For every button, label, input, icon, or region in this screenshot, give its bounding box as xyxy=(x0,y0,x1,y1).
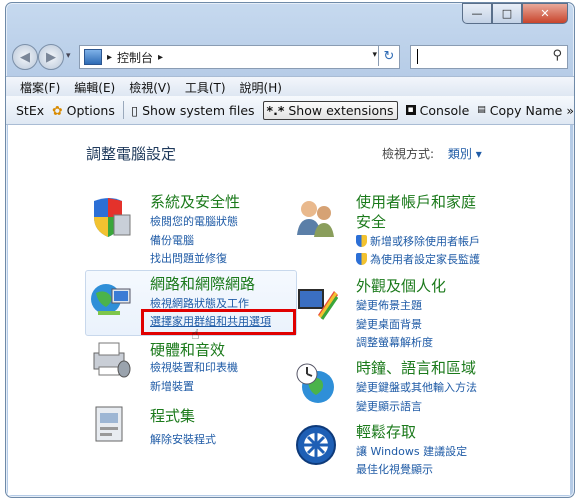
show-system-files-label: Show system files xyxy=(142,102,255,118)
copy-name-label: Copy Name xyxy=(489,102,563,118)
link-windows-suggest-settings[interactable]: 讓 Windows 建議設定 xyxy=(356,443,467,459)
forward-button[interactable]: ▶ xyxy=(38,44,64,70)
menu-view[interactable]: 檢視(V) xyxy=(129,79,171,96)
control-panel-icon xyxy=(84,49,102,65)
window-controls: — □ ✕ xyxy=(462,3,568,24)
copy-file-icon: ▤ xyxy=(477,105,486,115)
link-devices-printers[interactable]: 檢視裝置和印表機 xyxy=(150,359,238,375)
link-change-input-methods[interactable]: 變更鍵盤或其他輸入方法 xyxy=(356,379,477,395)
explorer-window: — □ ✕ ◀ ▶ ▾ ▸ 控制台 ▸ ▾ ↻ ⚲ 檔案(F) 編輯(E) 檢視… xyxy=(5,2,575,498)
menu-tools[interactable]: 工具(T) xyxy=(185,79,226,96)
console-button[interactable]: ▪ Console xyxy=(405,102,470,118)
address-row: ◀ ▶ ▾ ▸ 控制台 ▸ ▾ ↻ ⚲ xyxy=(6,41,574,71)
menu-edit[interactable]: 編輯(E) xyxy=(74,79,115,96)
address-dropdown-icon[interactable]: ▾ xyxy=(372,50,377,60)
view-by: 檢視方式: 類別 ▾ xyxy=(382,145,482,162)
link-change-theme[interactable]: 變更佈景主題 xyxy=(356,297,422,313)
menu-file[interactable]: 檔案(F) xyxy=(20,79,60,96)
link-add-remove-accounts-label: 新增或移除使用者帳戶 xyxy=(370,235,480,248)
page-icon: ▯ xyxy=(131,102,139,118)
copy-name-button[interactable]: ▤ Copy Name xyxy=(477,103,562,118)
network-globe-icon[interactable] xyxy=(88,277,132,321)
view-by-label: 檢視方式: xyxy=(382,147,435,161)
options-label: Options xyxy=(66,102,115,118)
category-user-accounts[interactable]: 使用者帳戶和家庭 xyxy=(356,191,476,212)
maximize-button[interactable]: □ xyxy=(492,3,522,24)
ease-of-access-icon[interactable] xyxy=(294,423,338,467)
printer-icon[interactable] xyxy=(88,337,132,381)
shield-icon[interactable] xyxy=(88,195,132,239)
wildcard-icon: *.* xyxy=(266,102,285,118)
text-cursor xyxy=(417,49,418,64)
menu-help[interactable]: 說明(H) xyxy=(240,79,282,96)
refresh-icon[interactable]: ↻ xyxy=(378,46,399,66)
link-add-remove-accounts[interactable]: 新增或移除使用者帳戶 xyxy=(356,233,480,249)
link-optimize-visual-display[interactable]: 最佳化視覺顯示 xyxy=(356,461,433,477)
toolbar-overflow-button[interactable]: » xyxy=(566,103,574,118)
minimize-button[interactable]: — xyxy=(462,3,492,24)
menu-bar: 檔案(F) 編輯(E) 檢視(V) 工具(T) 說明(H) xyxy=(6,76,574,97)
link-uninstall-program[interactable]: 解除安裝程式 xyxy=(150,431,216,447)
search-input[interactable]: ⚲ xyxy=(410,45,568,69)
show-system-files-button[interactable]: ▯ Show system files xyxy=(131,103,254,118)
breadcrumb-chevron-icon[interactable]: ▸ xyxy=(158,52,163,63)
category-clock-language-region[interactable]: 時鐘、語言和區域 xyxy=(356,357,476,378)
category-hardware-sound[interactable]: 硬體和音效 xyxy=(150,339,225,360)
link-parental-controls-label: 為使用者設定家長監護 xyxy=(370,253,480,266)
programs-icon[interactable] xyxy=(88,403,132,447)
link-backup[interactable]: 備份電腦 xyxy=(150,232,194,248)
back-button[interactable]: ◀ xyxy=(12,44,38,70)
clock-globe-icon[interactable] xyxy=(294,361,338,405)
show-extensions-label: Show extensions xyxy=(288,102,394,118)
category-ease-of-access[interactable]: 輕鬆存取 xyxy=(356,421,416,442)
back-arrow-icon: ◀ xyxy=(20,49,30,65)
users-icon[interactable] xyxy=(294,195,338,239)
uac-shield-icon xyxy=(356,235,367,247)
breadcrumb-separator-icon[interactable]: ▸ xyxy=(107,52,112,63)
breadcrumb-control-panel[interactable]: 控制台 xyxy=(117,49,153,66)
link-change-display-language[interactable]: 變更顯示語言 xyxy=(356,398,422,414)
show-extensions-button[interactable]: *.* Show extensions xyxy=(262,100,398,120)
close-button[interactable]: ✕ xyxy=(522,3,568,24)
link-review-status[interactable]: 檢閱您的電腦狀態 xyxy=(150,213,238,229)
console-icon: ▪ xyxy=(405,105,416,115)
options-button[interactable]: ✿ Options xyxy=(52,103,115,118)
link-screen-resolution[interactable]: 調整螢幕解析度 xyxy=(356,334,433,350)
page-title: 調整電腦設定 xyxy=(86,145,177,163)
address-bar[interactable]: ▸ 控制台 ▸ ▾ ↻ xyxy=(79,45,400,69)
stex-label: StEx xyxy=(16,102,45,118)
uac-shield-icon xyxy=(356,253,367,265)
annotation-highlight-box xyxy=(141,309,296,335)
appearance-icon[interactable] xyxy=(294,281,339,325)
view-by-dropdown[interactable]: 類別 ▾ xyxy=(448,147,482,161)
toolbar: StEx ✿ Options ▯ Show system files *.* S… xyxy=(6,96,574,125)
link-troubleshoot[interactable]: 找出問題並修復 xyxy=(150,250,227,266)
console-label: Console xyxy=(419,102,470,118)
search-icon[interactable]: ⚲ xyxy=(552,48,562,63)
recent-pages-dropdown[interactable]: ▾ xyxy=(66,51,71,61)
category-system-security[interactable]: 系統及安全性 xyxy=(150,191,240,212)
category-programs[interactable]: 程式集 xyxy=(150,405,195,426)
link-add-device[interactable]: 新增裝置 xyxy=(150,378,194,394)
link-change-background[interactable]: 變更桌面背景 xyxy=(356,316,422,332)
link-parental-controls[interactable]: 為使用者設定家長監護 xyxy=(356,251,480,267)
category-network-internet[interactable]: 網路和網際網路 xyxy=(150,273,255,294)
forward-arrow-icon: ▶ xyxy=(46,49,56,65)
category-user-accounts-line2[interactable]: 安全 xyxy=(356,211,386,232)
category-appearance[interactable]: 外觀及個人化 xyxy=(356,275,446,296)
control-panel-content: 調整電腦設定 檢視方式: 類別 ▾ 系統及安全性 檢閱您的電腦狀態 備份電腦 找… xyxy=(8,125,570,495)
options-gear-icon: ✿ xyxy=(52,102,63,118)
